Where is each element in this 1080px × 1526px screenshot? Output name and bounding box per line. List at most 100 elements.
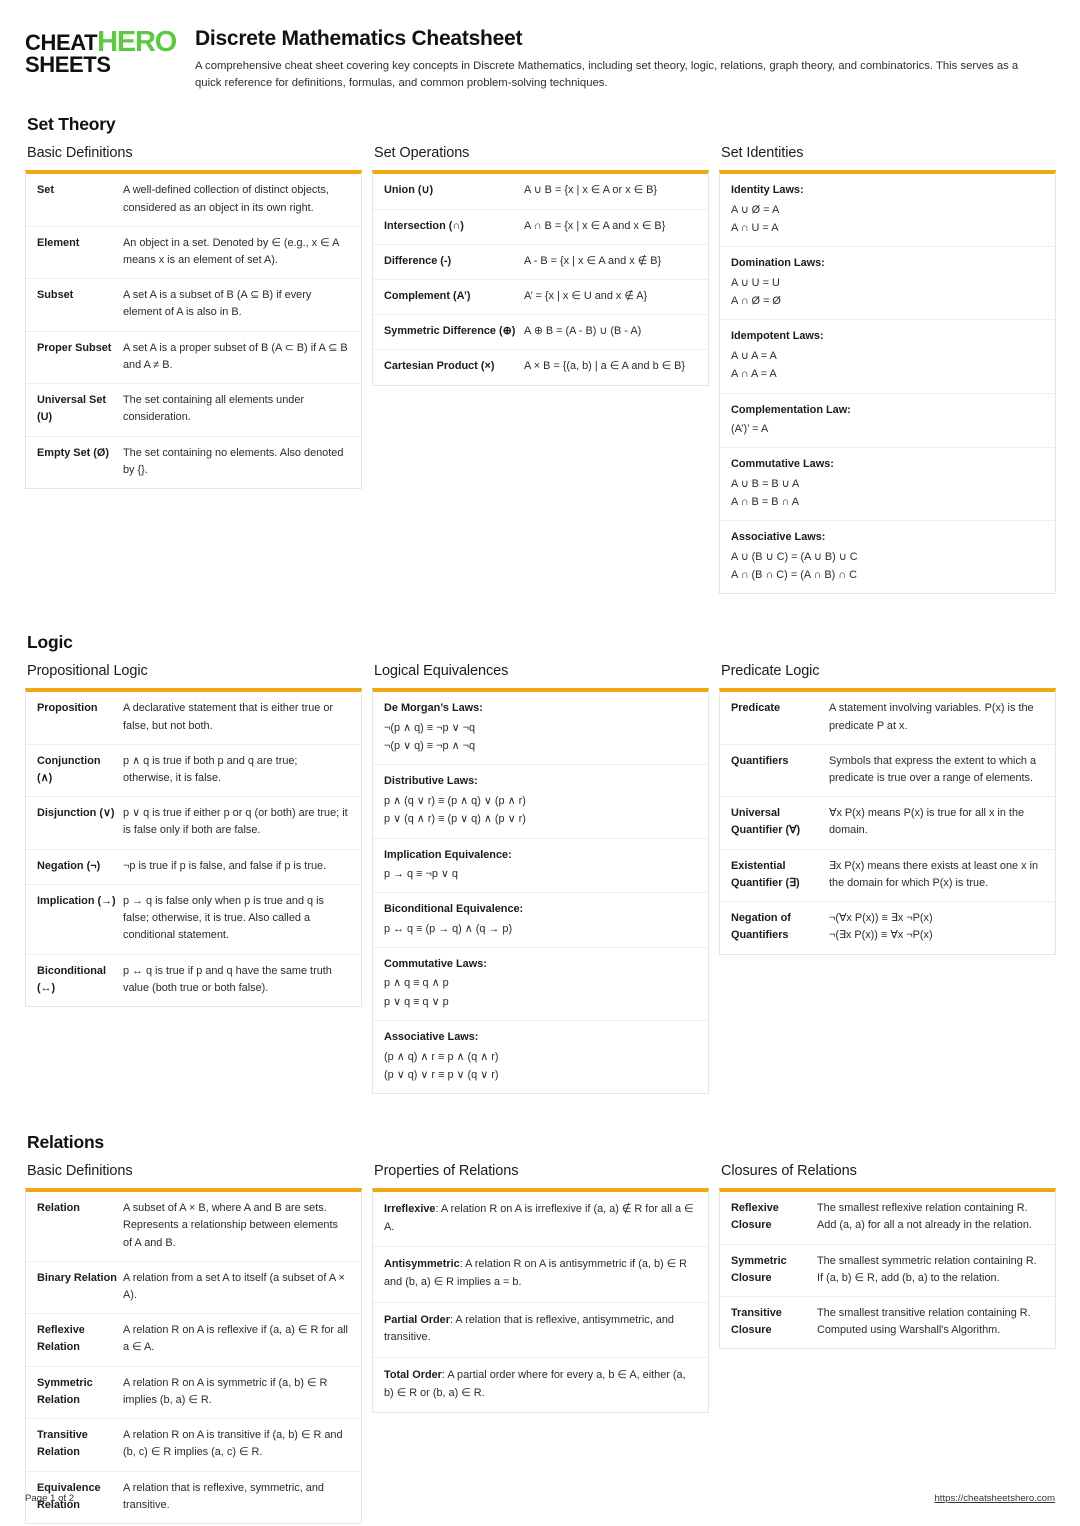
column: Set Identities Identity Laws: A ∪ Ø = A A ∩… [719,145,1056,595]
page-header: CHEAT HERO SHEETS Discrete Mathematics C… [25,26,1055,92]
table-row: Symmetric Closure The smallest symmetric … [720,1245,1055,1297]
row-term: Binary Relation [37,1271,117,1284]
row-definition: The smallest transitive relation contain… [817,1307,1031,1337]
property-row: Partial Order: A relation that is reflex… [373,1303,708,1359]
table-row: Disjunction (∨) p ∨ q is true if either p… [26,797,361,850]
row-term: Symmetric Relation [37,1376,93,1406]
table-row: Empty Set (Ø) The set containing no eleme… [26,437,361,488]
table-row: Biconditional (↔) p ↔ q is true if p and … [26,955,361,1006]
site-url-link[interactable]: https://cheatsheetshero.com [934,1493,1055,1504]
row-term: Empty Set (Ø) [37,446,110,459]
row-definition: A ∪ B = {x | x ∈ A or x ∈ B} [524,184,657,197]
law-formula: ¬(p ∧ q) ≡ ¬p ∨ ¬q [384,721,476,734]
row-definition: A ∩ B = {x | x ∈ A and x ∈ B} [524,219,666,232]
row-term: Existential Quantifier (∃) [731,859,800,889]
row-definition: A well-defined collection of distinct ob… [123,184,329,214]
row-definition: p → q is false only when p is true and q… [123,894,324,942]
property-row: Antisymmetric: A relation R on A is anti… [373,1247,708,1303]
law-block: Domination Laws: A ∪ U = U A ∩ Ø = Ø [720,247,1055,321]
law-formula: p ↔ q ≡ (p → q) ∧ (q → p) [384,922,513,935]
law-heading: Commutative Laws: [731,458,834,471]
law-block: Commutative Laws: A ∪ B = B ∪ A A ∩ B = B … [720,448,1055,522]
cheatsheet-page: CHEAT HERO SHEETS Discrete Mathematics C… [0,0,1080,1526]
table-row: Quantifiers Symbols that express the exte… [720,745,1055,798]
row-definition: p ∧ q is true if both p and q are true; … [123,754,298,785]
row-term: Union (∪) [384,184,434,197]
law-formula: A ∪ B = B ∪ A [731,477,800,490]
row-definition: A subset of A × B, where A and B are set… [123,1202,338,1249]
section-heading: Relations [27,1132,104,1153]
row-term: Reflexive Relation [37,1324,85,1354]
row-definition: A relation R on A is reflexive if (a, a)… [123,1324,348,1354]
row-term: Negation of Quantifiers [731,912,791,942]
table-row: Negation of Quantifiers ¬(∀x P(x)) ≡ ∃x ¬… [720,902,1055,953]
header-text-block: Discrete Mathematics Cheatsheet A compre… [195,26,1055,92]
law-heading: Distributive Laws: [384,775,478,788]
row-definition: A × B = {(a, b) | a ∈ A and b ∈ B} [524,360,686,373]
row-definition: The set containing all elements under co… [123,394,305,424]
row-definition: The smallest reflexive relation containi… [817,1202,1032,1232]
table-row: Existential Quantifier (∃) ∃x P(x) means … [720,850,1055,903]
law-block: De Morgan’s Laws: ¬(p ∧ q) ≡ ¬p ∨ ¬q ¬(p ∨… [373,692,708,766]
table-row: Reflexive Relation A relation R on A is r… [26,1314,361,1367]
card: Relation A subset of A × B, where A and B… [25,1188,362,1524]
card-title: Closures of Relations [721,1163,857,1180]
row-term: Conjunction (∧) [37,754,101,785]
law-heading: Commutative Laws: [384,958,487,970]
property-name: Irreflexive [384,1203,436,1216]
page-number-label: Page 1 of 2 [25,1493,75,1504]
law-formula: A ∩ U = A [731,222,779,235]
property-row: Irreflexive: A relation R on A is irrefl… [373,1192,708,1248]
table-row: Union (∪) A ∪ B = {x | x ∈ A or x ∈ B} [373,174,708,210]
law-formula: p ∨ (q ∧ r) ≡ (p ∨ q) ∧ (p ∨ r) [384,813,526,826]
row-definition: Symbols that express the extent to which… [829,754,1037,785]
page-title: Discrete Mathematics Cheatsheet [195,27,523,50]
law-heading: Complementation Law: [731,403,851,416]
row-term: Biconditional (↔) [37,964,106,994]
property-name: Antisymmetric [384,1258,460,1271]
law-block: Idempotent Laws: A ∪ A = A A ∩ A = A [720,320,1055,394]
table-row: Implication (→) p → q is false only when … [26,885,361,955]
law-heading: Associative Laws: [384,1031,479,1044]
row-term: Universal Quantifier (∀) [731,807,801,837]
row-term: Proposition [37,702,98,715]
row-term: Implication (→) [37,894,116,907]
row-term: Transitive Relation [37,1429,88,1459]
row-term: Relation [37,1202,80,1215]
law-formula: (p ∨ q) ∨ r ≡ p ∨ (q ∨ r) [384,1068,499,1081]
law-block: Implication Equivalence: p → q ≡ ¬p ∨ q [373,839,708,894]
section-heading: Logic [27,632,73,653]
sections-container: Set Theory Basic Definitions Set A well-def… [25,114,1056,1524]
row-term: Predicate [731,702,781,715]
law-formula: A ∩ Ø = Ø [731,295,781,308]
law-formula: (p ∧ q) ∧ r ≡ p ∧ (q ∧ r) [384,1050,499,1063]
card-title: Basic Definitions [27,145,133,162]
table-row: Predicate A statement involving variables… [720,692,1055,745]
section-logic: Logic Propositional Logic Proposition A dec… [25,632,1056,1095]
table-row: Transitive Relation A relation R on A is … [26,1419,361,1472]
property-name: Total Order [384,1369,442,1382]
card-title: Predicate Logic [721,663,820,680]
column: Predicate Logic Predicate A statement invo… [719,663,1056,955]
column: Properties of Relations Irreflexive: A re… [372,1163,709,1414]
card-title: Set Identities [721,145,804,162]
row-definition: A - B = {x | x ∈ A and x ∉ B} [524,254,662,267]
row-definition: An object in a set. Denoted by ∈ (e.g., … [123,236,339,266]
row-definition: A relation R on A is symmetric if (a, b)… [123,1376,328,1406]
table-row: Subset A set A is a subset of B (A ⊆ B) i… [26,279,361,332]
table-row: Universal Set (U) The set containing all … [26,384,361,437]
table-row: Proposition A declarative statement that … [26,692,361,745]
row-definition: ∃x P(x) means there exists at least one … [829,859,1039,889]
law-formula: A ∪ U = U [731,276,780,289]
column: Logical Equivalences De Morgan’s Laws: ¬(p… [372,663,709,1095]
table-row: Intersection (∩) A ∩ B = {x | x ∈ A and x… [373,210,708,245]
table-row: Conjunction (∧) p ∧ q is true if both p a… [26,745,361,798]
law-heading: Idempotent Laws: [731,330,824,343]
row-definition: A declarative statement that is either t… [123,702,334,732]
card: Proposition A declarative statement that … [25,688,362,1007]
property-row: Total Order: A partial order where for e… [373,1358,708,1412]
row-term: Proper Subset [37,341,112,354]
law-formula: A ∪ Ø = A [731,203,780,216]
row-term: Quantifiers [731,754,789,767]
